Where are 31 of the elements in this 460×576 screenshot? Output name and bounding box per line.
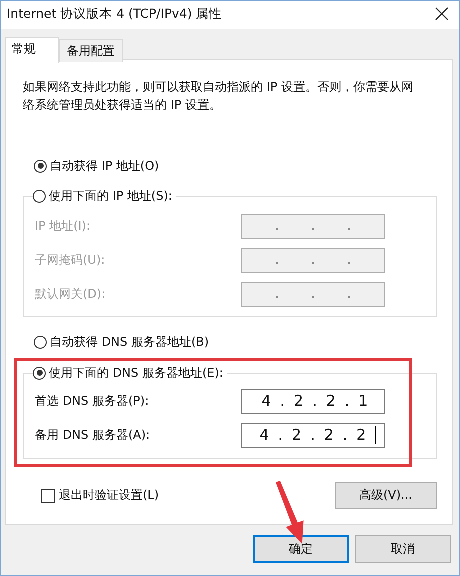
field-label: 备用 DNS 服务器(A): (35, 426, 150, 444)
radio-button[interactable] (34, 336, 47, 348)
description-text: 如果网络支持此功能，则可以获取自动指派的 IP 设置。否则，你需要从网络系统管理员处获得适当的 IP 设置。 (23, 79, 414, 114)
ip-address-field[interactable] (241, 214, 385, 238)
ip-address-field[interactable] (241, 248, 385, 272)
field-label: 子网掩码(U): (35, 252, 106, 268)
radio-label[interactable]: 使用下面的 IP 地址(S): (49, 188, 172, 204)
annotation-arrow (276, 481, 304, 544)
field-label: 默认网关(D): (35, 286, 106, 302)
radio-label[interactable]: 使用下面的 DNS 服务器地址(E): (49, 364, 224, 382)
cancel-button[interactable]: 取消 (355, 535, 451, 563)
checkbox-label[interactable]: 退出时验证设置(L) (59, 487, 160, 504)
radio-button[interactable] (33, 190, 46, 202)
radio-label[interactable]: 自动获得 IP 地址(O) (50, 158, 160, 174)
ip-address-field[interactable]: 4.2.2.2 (241, 422, 385, 448)
ok-button[interactable]: 确定 (253, 535, 349, 563)
radio-button[interactable] (33, 366, 46, 380)
ip-address-text: 4.2.2.1 (260, 392, 378, 410)
window-title: Internet 协议版本 4 (TCP/IPv4) 属性 (7, 6, 222, 22)
close-icon[interactable] (435, 7, 449, 21)
radio-button[interactable] (34, 160, 47, 172)
radio-label[interactable]: 自动获得 DNS 服务器地址(B) (50, 334, 210, 350)
field-label: IP 地址(I): (35, 218, 91, 234)
advanced-button[interactable]: 高级(V)... (335, 482, 437, 509)
checkbox[interactable] (41, 488, 55, 502)
ip-address-field[interactable]: 4.2.2.1 (241, 388, 385, 414)
tab[interactable]: 备用配置 (59, 39, 123, 62)
ip-address-text: 4.2.2.2 (256, 426, 376, 444)
ip-address-field[interactable] (241, 282, 385, 306)
field-label: 首选 DNS 服务器(P): (35, 392, 150, 410)
tab[interactable]: 常规 (5, 37, 59, 63)
